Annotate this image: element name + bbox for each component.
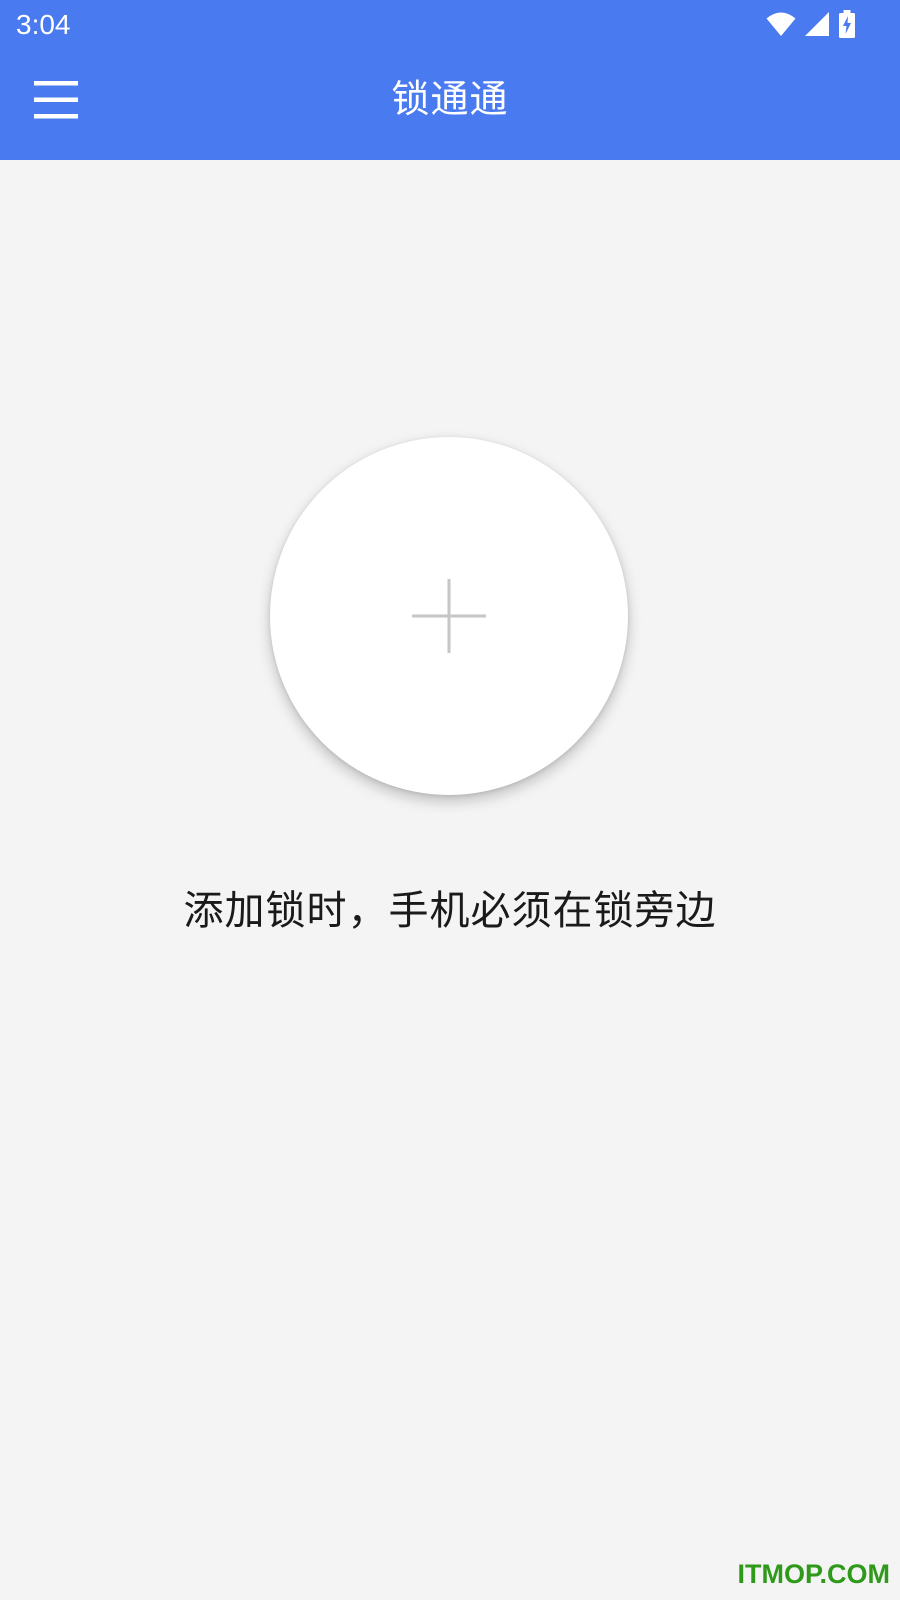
toolbar: 锁通通 — [0, 50, 900, 160]
plus-icon — [412, 579, 486, 653]
app-screen: 3:04 锁通通 添加锁时，手机必须在锁旁边 ITMOP.COM — [0, 0, 900, 1600]
wifi-icon — [766, 11, 796, 37]
status-icons — [766, 10, 856, 38]
app-bar: 3:04 锁通通 — [0, 0, 900, 160]
menu-button[interactable] — [20, 64, 92, 136]
hamburger-menu-icon — [34, 81, 78, 119]
status-time: 3:04 — [16, 9, 71, 40]
battery-charging-icon — [838, 10, 856, 38]
page-title: 锁通通 — [391, 77, 509, 121]
add-lock-hint: 添加锁时，手机必须在锁旁边 — [183, 888, 717, 934]
watermark: ITMOP.COM — [737, 1559, 890, 1589]
status-bar: 3:04 — [0, 0, 900, 50]
cell-signal-icon — [804, 11, 830, 37]
add-lock-button[interactable] — [270, 437, 628, 795]
